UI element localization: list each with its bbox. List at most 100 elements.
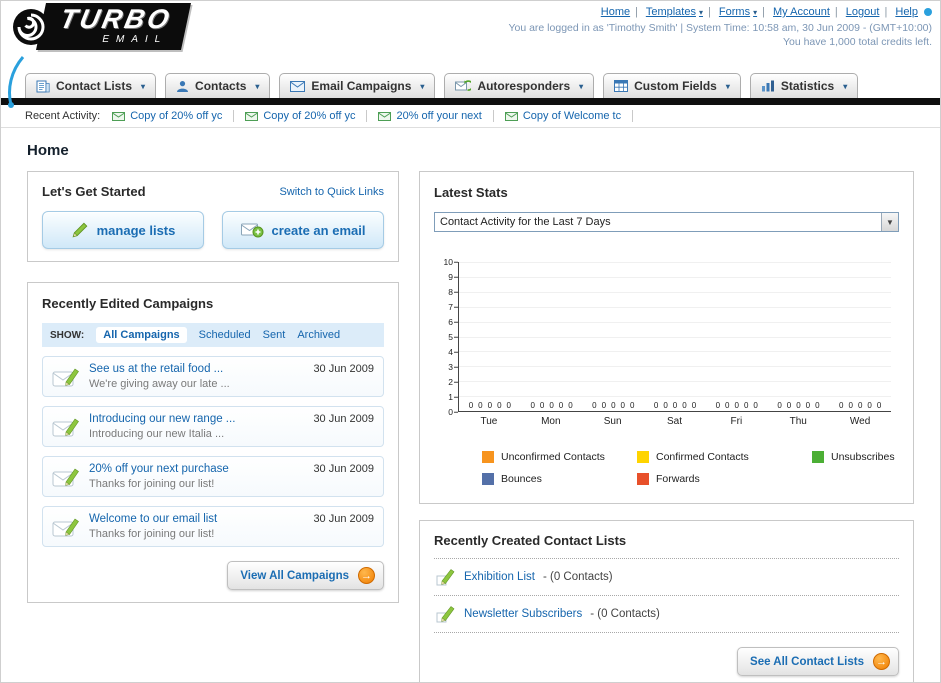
contact-list-link[interactable]: Newsletter Subscribers	[464, 608, 582, 620]
campaign-subtitle: Introducing our new Italia ...	[89, 428, 225, 440]
custom-fields-icon	[614, 80, 629, 92]
legend-label: Unconfirmed Contacts	[501, 451, 605, 463]
header: TURBO EMAIL Home Templates Forms My Acco…	[1, 1, 940, 108]
chevron-down-icon	[255, 82, 259, 91]
campaign-row[interactable]: Introducing our new range ... Introducin…	[42, 406, 384, 447]
activity-item-label: Copy of 20% off yc	[263, 110, 356, 122]
chevron-down-icon	[843, 82, 847, 91]
nav-link-home[interactable]: Home	[601, 6, 630, 18]
contact-list-item: Exhibition List - (0 Contacts)	[434, 559, 899, 596]
latest-stats-panel: Latest Stats Contact Activity for the La…	[419, 171, 914, 504]
tab-label: Autoresponders	[477, 79, 571, 93]
campaign-date: 30 Jun 2009	[313, 463, 374, 475]
view-all-campaigns-label: View All Campaigns	[240, 569, 349, 582]
logo-title: TURBO	[57, 4, 175, 34]
manage-lists-button[interactable]: manage lists	[42, 211, 204, 249]
campaign-date: 30 Jun 2009	[313, 513, 374, 525]
latest-stats-title: Latest Stats	[434, 185, 508, 200]
tab-autoresponders[interactable]: Autoresponders	[444, 73, 595, 98]
legend-item-forwards: Forwards	[637, 473, 812, 485]
tab-statistics[interactable]: Statistics	[749, 73, 859, 98]
nav-link-my-account[interactable]: My Account	[773, 6, 830, 18]
contact-list-detail: - (0 Contacts)	[542, 571, 613, 583]
nav-separator	[708, 6, 711, 18]
chart-plot: 00000000000000000000000000000000000	[458, 262, 891, 412]
tab-custom-fields[interactable]: Custom Fields	[603, 73, 741, 98]
switch-to-quick-links[interactable]: Switch to Quick Links	[279, 186, 384, 198]
tab-email-campaigns[interactable]: Email Campaigns	[279, 73, 436, 98]
legend-swatch	[637, 451, 649, 463]
envelope-pencil-icon	[52, 413, 80, 440]
recent-activity-item[interactable]: Copy of Welcome tc	[494, 110, 634, 122]
recent-activity-label: Recent Activity:	[25, 110, 101, 122]
statistics-icon	[761, 80, 775, 92]
view-all-campaigns-button[interactable]: View All Campaigns	[227, 561, 384, 590]
envelope-icon	[112, 111, 126, 121]
campaign-date: 30 Jun 2009	[313, 413, 374, 425]
recently-created-contact-lists-panel: Recently Created Contact Lists Exhibitio…	[419, 520, 914, 682]
filter-scheduled[interactable]: Scheduled	[199, 329, 251, 341]
nav-link-templates[interactable]: Templates	[646, 6, 703, 18]
credits-info: You have 1,000 total credits left.	[782, 36, 932, 48]
activity-item-label: Copy of Welcome tc	[522, 110, 622, 122]
header-right: Home Templates Forms My Account Logout H…	[508, 6, 932, 48]
nav-link-label: Forms	[718, 6, 751, 18]
envelope-icon	[245, 111, 259, 121]
chevron-down-icon	[141, 82, 145, 91]
chart-y-axis: 0 1 2 3 4 5 6 7 8 9 10	[443, 256, 459, 417]
tab-contact-lists[interactable]: Contact Lists	[25, 73, 157, 98]
filter-archived[interactable]: Archived	[297, 329, 340, 341]
contact-list-link[interactable]: Exhibition List	[464, 571, 535, 583]
legend-item-confirmed: Confirmed Contacts	[637, 451, 812, 463]
legend-item-unconfirmed: Unconfirmed Contacts	[482, 451, 637, 463]
campaign-row[interactable]: Welcome to our email list Thanks for joi…	[42, 506, 384, 547]
campaigns-title: Recently Edited Campaigns	[42, 296, 214, 311]
session-info: You are logged in as 'Timothy Smith' | S…	[508, 22, 932, 34]
nav-link-logout[interactable]: Logout	[846, 6, 880, 18]
tab-label: Statistics	[780, 79, 835, 93]
nav-separator	[762, 6, 765, 18]
page-title: Home	[27, 142, 69, 159]
nav-link-help[interactable]: Help	[895, 6, 918, 18]
campaign-title-link[interactable]: 20% off your next purchase	[89, 463, 304, 475]
campaign-row[interactable]: See us at the retail food ... We're givi…	[42, 356, 384, 397]
logo-tail-decoration	[5, 55, 27, 109]
nav-separator	[635, 6, 638, 18]
manage-lists-label: manage lists	[96, 222, 176, 238]
filter-sent[interactable]: Sent	[263, 329, 286, 341]
campaign-subtitle: We're giving away our late ...	[89, 378, 230, 390]
legend-swatch	[482, 451, 494, 463]
main-nav: Contact Lists Contacts Email Campaigns A…	[1, 71, 940, 98]
nav-separator	[884, 6, 887, 18]
legend-item-bounces: Bounces	[482, 473, 637, 485]
campaigns-filter-bar: SHOW: All Campaigns Scheduled Sent Archi…	[42, 323, 384, 347]
pencil-icon	[71, 221, 89, 239]
legend-swatch	[482, 473, 494, 485]
show-label: SHOW:	[50, 329, 85, 341]
see-all-contact-lists-button[interactable]: See All Contact Lists	[737, 647, 899, 676]
chevron-down-icon	[420, 82, 424, 91]
recent-activity-item[interactable]: Copy of 20% off yc	[112, 110, 235, 122]
legend-label: Unsubscribes	[831, 451, 895, 463]
nav-link-label: Templates	[645, 6, 696, 18]
arrow-right-icon	[873, 653, 890, 670]
campaign-row[interactable]: 20% off your next purchase Thanks for jo…	[42, 456, 384, 497]
campaign-title-link[interactable]: Welcome to our email list	[89, 513, 304, 525]
recent-activity-item[interactable]: Copy of 20% off yc	[234, 110, 368, 122]
contact-list-item: Newsletter Subscribers - (0 Contacts)	[434, 596, 899, 633]
tab-label: Contact Lists	[56, 79, 133, 93]
nav-link-forms[interactable]: Forms	[719, 6, 757, 18]
contact-activity-chart: 0 1 2 3 4 5 6 7 8 9 10 000000000000000000000000000…	[438, 256, 895, 485]
campaign-date: 30 Jun 2009	[313, 363, 374, 375]
tab-contacts[interactable]: Contacts	[165, 73, 271, 98]
campaign-title-link[interactable]: See us at the retail food ...	[89, 363, 304, 375]
create-email-button[interactable]: create an email	[222, 211, 384, 249]
nav-separator	[835, 6, 838, 18]
arrow-right-icon	[358, 567, 375, 584]
campaign-title-link[interactable]: Introducing our new range ...	[89, 413, 304, 425]
logo-swirl-icon	[9, 6, 53, 48]
stats-period-dropdown[interactable]: Contact Activity for the Last 7 Days	[434, 212, 899, 232]
turbo-email-logo[interactable]: TURBO EMAIL	[9, 3, 191, 50]
filter-all-campaigns[interactable]: All Campaigns	[96, 327, 187, 343]
recent-activity-item[interactable]: 20% off your next	[367, 110, 494, 122]
